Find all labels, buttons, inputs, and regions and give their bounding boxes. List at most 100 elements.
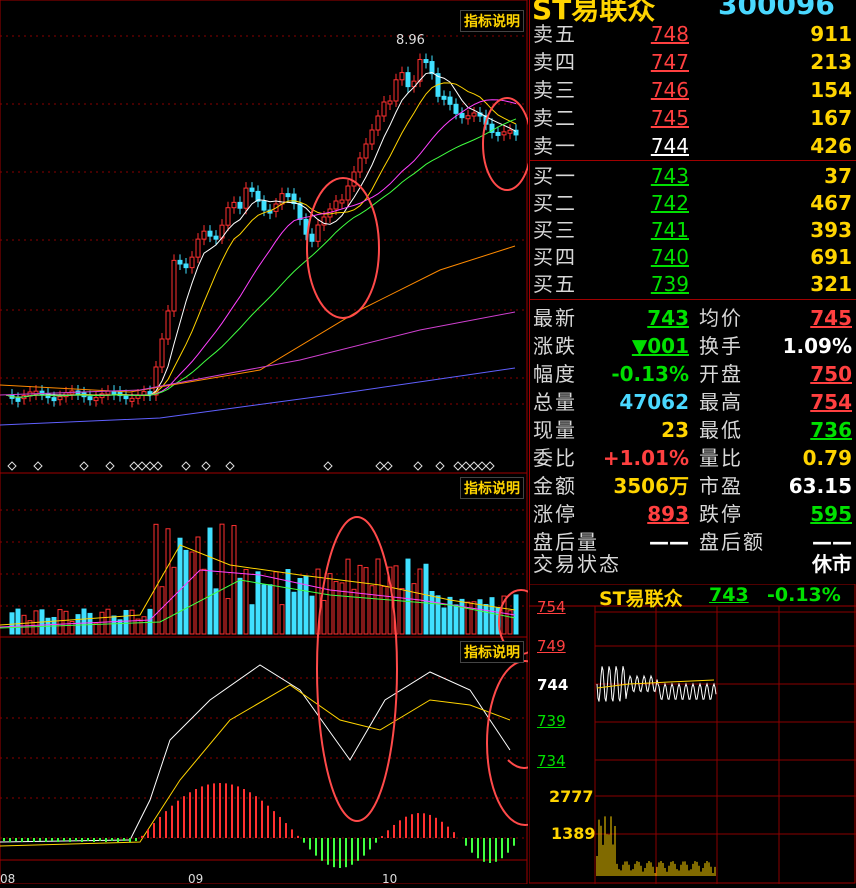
volume-bar bbox=[357, 564, 363, 635]
candle-body bbox=[261, 200, 267, 211]
candle-body bbox=[249, 187, 255, 192]
ask-row-5[interactable]: 卖五 748 911 bbox=[529, 20, 856, 48]
volume-bar bbox=[147, 608, 153, 635]
stat-label-change: 涨跌 bbox=[533, 334, 577, 358]
stat-value-latest: 743 bbox=[647, 306, 689, 330]
stat-label-current: 现量 bbox=[533, 418, 577, 442]
volume-bar bbox=[423, 563, 429, 635]
stat-value-turnover: 1.09% bbox=[782, 334, 852, 358]
stats-row: 金额 3506万 市盈 63.15 bbox=[529, 472, 856, 500]
volume-bar bbox=[339, 582, 345, 635]
bid-row-4[interactable]: 买四 740 691 bbox=[529, 243, 856, 271]
signal-marker-icon bbox=[33, 461, 43, 471]
volume-bar bbox=[429, 591, 435, 635]
signal-marker-icon bbox=[323, 461, 333, 471]
volume-bar bbox=[57, 609, 63, 635]
bid-label: 买三 bbox=[533, 218, 577, 242]
volume-bar bbox=[183, 549, 189, 635]
candle-body bbox=[309, 233, 315, 242]
ask-row-1[interactable]: 卖一 744 426 bbox=[529, 132, 856, 160]
ask-row-3[interactable]: 卖三 746 154 bbox=[529, 76, 856, 104]
bid-row-1[interactable]: 买一 743 37 bbox=[529, 162, 856, 190]
volume-bar bbox=[111, 615, 117, 635]
candle-body bbox=[423, 59, 429, 64]
volume-bar bbox=[201, 568, 207, 635]
volume-bar bbox=[63, 610, 69, 635]
bid-label: 买四 bbox=[533, 245, 577, 269]
volume-indicator-label[interactable]: 指标说明 bbox=[460, 477, 524, 499]
ask-price: 746 bbox=[650, 78, 689, 102]
signal-marker-icon bbox=[129, 461, 139, 471]
kline-chart-area[interactable]: 指标说明 指标说明 指标说明 8.96 08 09 10 bbox=[0, 0, 528, 886]
stat-value-volume: 47062 bbox=[619, 390, 689, 414]
stat-label-pe: 市盈 bbox=[699, 474, 743, 498]
stats-row: 总量 47062 最高 754 bbox=[529, 388, 856, 416]
bid-row-5[interactable]: 买五 739 321 bbox=[529, 270, 856, 298]
stat-value-avg: 745 bbox=[810, 306, 852, 330]
quote-panel: 卖五 748 911 卖四 747 213 卖三 746 154 卖二 745 … bbox=[529, 0, 856, 590]
chart-border bbox=[0, 0, 528, 884]
stat-value-range: -0.13% bbox=[611, 362, 689, 386]
candle-body bbox=[213, 235, 219, 240]
stat-value-low: 736 bbox=[810, 418, 852, 442]
signal-marker-icon bbox=[477, 461, 487, 471]
ask-row-4[interactable]: 卖四 747 213 bbox=[529, 48, 856, 76]
stat-value-high: 754 bbox=[810, 390, 852, 414]
candle-body bbox=[333, 200, 339, 210]
signal-marker-icon bbox=[105, 461, 115, 471]
volume-bar bbox=[177, 537, 183, 635]
volume-bar bbox=[279, 604, 285, 635]
stats-row: 幅度 -0.13% 开盘 750 bbox=[529, 360, 856, 388]
bid-row-3[interactable]: 买三 741 393 bbox=[529, 216, 856, 244]
volume-bar bbox=[369, 585, 375, 635]
signal-marker-icon bbox=[469, 461, 479, 471]
volume-bar bbox=[21, 614, 27, 635]
signal-marker-icon bbox=[145, 461, 155, 471]
stat-label-open: 开盘 bbox=[699, 362, 743, 386]
candle-body bbox=[471, 112, 477, 117]
volume-bar bbox=[489, 597, 495, 635]
volume-bar bbox=[273, 571, 279, 635]
annotation-circle bbox=[486, 660, 528, 826]
stat-label-volume: 总量 bbox=[533, 390, 577, 414]
ask-volume: 154 bbox=[810, 78, 852, 102]
ask-label: 卖二 bbox=[533, 106, 577, 130]
macd-indicator-label[interactable]: 指标说明 bbox=[460, 641, 524, 663]
volume-bar bbox=[261, 584, 267, 635]
candle-body bbox=[507, 129, 513, 134]
volume-bar bbox=[363, 567, 369, 635]
bid-volume: 467 bbox=[810, 191, 852, 215]
volume-bar bbox=[237, 577, 243, 635]
ask-price: 745 bbox=[650, 106, 689, 130]
stat-label-amount: 金额 bbox=[533, 474, 577, 498]
stat-label-low: 最低 bbox=[699, 418, 743, 442]
volume-bar bbox=[453, 604, 459, 635]
volume-bar bbox=[159, 586, 165, 635]
candle-body bbox=[297, 203, 303, 220]
candle-body bbox=[363, 143, 369, 159]
candle-body bbox=[381, 101, 387, 117]
bid-row-2[interactable]: 买二 742 467 bbox=[529, 189, 856, 217]
annotation-circle bbox=[306, 177, 380, 319]
candle-body bbox=[375, 115, 381, 131]
stat-value-limit-up: 893 bbox=[647, 502, 689, 526]
bid-volume: 393 bbox=[810, 218, 852, 242]
signal-marker-icon bbox=[201, 461, 211, 471]
bid-label: 买五 bbox=[533, 272, 577, 296]
candle-body bbox=[201, 230, 207, 240]
volume-bar bbox=[417, 568, 423, 635]
candle-body bbox=[495, 131, 501, 136]
kline-chart-svg[interactable] bbox=[0, 0, 528, 884]
stat-label-high: 最高 bbox=[699, 390, 743, 414]
ask-volume: 213 bbox=[810, 50, 852, 74]
ask-row-2[interactable]: 卖二 745 167 bbox=[529, 104, 856, 132]
moving-average-line bbox=[0, 367, 516, 426]
ask-price: 748 bbox=[650, 22, 689, 46]
candle-body bbox=[87, 396, 93, 401]
stat-value-change: ▼001 bbox=[631, 334, 689, 358]
intraday-mini-chart[interactable]: ST易联众 743 -0.13% 754 749 744 739 734 277… bbox=[528, 583, 856, 884]
candle-body bbox=[291, 193, 297, 205]
volume-bar bbox=[333, 581, 339, 635]
main-indicator-label[interactable]: 指标说明 bbox=[460, 10, 524, 32]
volume-bar bbox=[123, 609, 129, 635]
